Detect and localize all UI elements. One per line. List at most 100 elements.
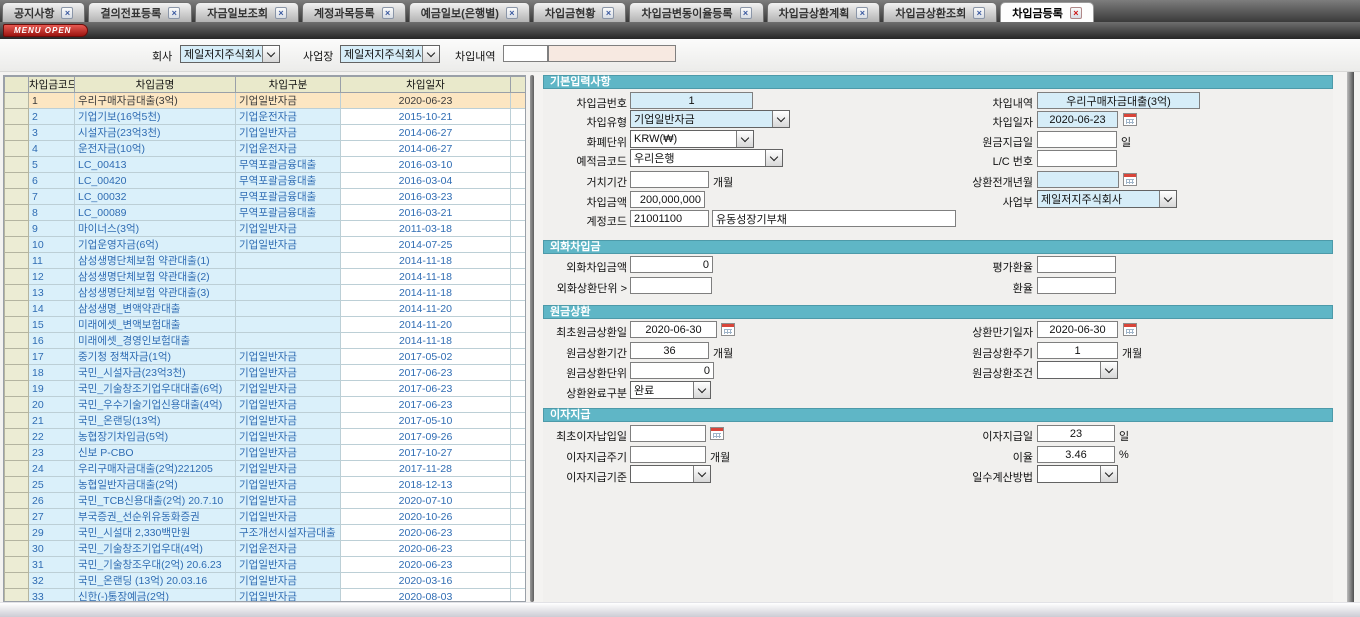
loan-date-cell[interactable]: 2014-11-18 xyxy=(341,333,511,349)
tab-차입금등록[interactable]: 차입금등록× xyxy=(1000,2,1094,22)
table-row[interactable]: 22농협장기차입금(5억)기업일반자금2017-09-26 xyxy=(5,429,527,445)
repay-cycle-input[interactable]: 1 xyxy=(1037,342,1118,359)
table-row[interactable]: 1우리구매자금대출(3억)기업일반자금2020-06-23 xyxy=(5,93,527,109)
row-selector[interactable] xyxy=(5,349,29,365)
complete-flag-select[interactable]: 완료 xyxy=(630,381,711,399)
row-selector[interactable] xyxy=(5,93,29,109)
loan-date-cell[interactable]: 2015-10-21 xyxy=(341,109,511,125)
loan-code-cell[interactable]: 21 xyxy=(29,413,75,429)
loan-date-cell[interactable]: 2020-10-26 xyxy=(341,509,511,525)
loan-date-cell[interactable]: 2014-11-18 xyxy=(341,253,511,269)
table-row[interactable]: 16미래에셋_경영인보험대출2014-11-18 xyxy=(5,333,527,349)
loan-type-cell[interactable]: 기업일반자금 xyxy=(236,125,341,141)
loan-name-cell[interactable]: 국민_시설대 2,330백만원 xyxy=(75,525,236,541)
table-row[interactable]: 30국민_기술창조기업우대(4억)기업운전자금2020-06-23 xyxy=(5,541,527,557)
loan-date-cell[interactable]: 2016-03-23 xyxy=(341,189,511,205)
table-row[interactable]: 11삼성생명단체보험 약관대출(1)2014-11-18 xyxy=(5,253,527,269)
loan-name-cell[interactable]: 국민_기술창조우대(2억) 20.6.23 xyxy=(75,557,236,573)
table-row[interactable]: 15미래에셋_변액보험대출2014-11-20 xyxy=(5,317,527,333)
loan-date-cell[interactable]: 2011-03-18 xyxy=(341,221,511,237)
pre-repay-ym-input[interactable] xyxy=(1037,171,1119,188)
loan-type-cell[interactable]: 기업일반자금 xyxy=(236,349,341,365)
loan-name-cell[interactable]: 국민_우수기술기업신용대출(4억) xyxy=(75,397,236,413)
table-row[interactable]: 21국민_온랜딩(13억)기업일반자금2017-05-10 xyxy=(5,413,527,429)
loan-name-cell[interactable]: 삼성생명_변액약관대출 xyxy=(75,301,236,317)
row-selector[interactable] xyxy=(5,429,29,445)
account-name-input[interactable]: 유동성장기부채 xyxy=(712,210,956,227)
row-selector[interactable] xyxy=(5,541,29,557)
loan-name-cell[interactable]: 삼성생명단체보험 약관대출(3) xyxy=(75,285,236,301)
table-row[interactable]: 25농협일반자금대출(2억)기업일반자금2018-12-13 xyxy=(5,477,527,493)
account-code-input[interactable]: 21001100 xyxy=(630,210,709,227)
loan-type-cell[interactable] xyxy=(236,269,341,285)
loan-date-cell[interactable]: 2020-08-03 xyxy=(341,589,511,603)
row-selector[interactable] xyxy=(5,365,29,381)
loan-type-cell[interactable]: 기업일반자금 xyxy=(236,557,341,573)
loan-name-cell[interactable]: 삼성생명단체보험 약관대출(2) xyxy=(75,269,236,285)
table-row[interactable]: 10기업운영자금(6억)기업일반자금2014-07-25 xyxy=(5,237,527,253)
loan-name-cell[interactable]: 시설자금(23억3천) xyxy=(75,125,236,141)
loan-code-cell[interactable]: 25 xyxy=(29,477,75,493)
col-header-loan-date[interactable]: 차입일자 xyxy=(341,77,511,93)
loan-code-cell[interactable]: 14 xyxy=(29,301,75,317)
row-selector[interactable] xyxy=(5,221,29,237)
table-row[interactable]: 3시설자금(23억3천)기업일반자금2014-06-27 xyxy=(5,125,527,141)
row-selector[interactable] xyxy=(5,269,29,285)
loan-date-cell[interactable]: 2017-05-10 xyxy=(341,413,511,429)
fx-amount-input[interactable]: 0 xyxy=(630,256,713,273)
loan-desc-filter-input2[interactable] xyxy=(548,45,676,62)
table-row[interactable]: 9마이너스(3억)기업일반자금2011-03-18 xyxy=(5,221,527,237)
table-row[interactable]: 13삼성생명단체보험 약관대출(3)2014-11-18 xyxy=(5,285,527,301)
table-row[interactable]: 27부국증권_선순위유동화증권기업일반자금2020-10-26 xyxy=(5,509,527,525)
row-selector[interactable] xyxy=(5,141,29,157)
loan-type-cell[interactable]: 무역포괄금융대출 xyxy=(236,173,341,189)
tab-공지사항[interactable]: 공지사항× xyxy=(2,2,85,22)
principal-pay-day-input[interactable] xyxy=(1037,131,1117,148)
loan-code-cell[interactable]: 1 xyxy=(29,93,75,109)
tab-close-icon[interactable]: × xyxy=(1070,7,1082,19)
table-row[interactable]: 17중기청 정책자금(1억)기업일반자금2017-05-02 xyxy=(5,349,527,365)
window-scrollbar[interactable] xyxy=(1347,72,1354,602)
loan-date-cell[interactable]: 2018-12-13 xyxy=(341,477,511,493)
tab-결의전표등록[interactable]: 결의전표등록× xyxy=(88,2,192,22)
company-select[interactable]: 제일저지주식회사 xyxy=(180,45,280,63)
loan-code-cell[interactable]: 5 xyxy=(29,157,75,173)
loan-date-cell[interactable]: 2017-06-23 xyxy=(341,365,511,381)
table-row[interactable]: 29국민_시설대 2,330백만원구조개선시설자금대출2020-06-23 xyxy=(5,525,527,541)
loan-no-input[interactable]: 1 xyxy=(630,92,753,109)
table-row[interactable]: 31국민_기술창조우대(2억) 20.6.23기업일반자금2020-06-23 xyxy=(5,557,527,573)
loan-date-cell[interactable]: 2020-06-23 xyxy=(341,525,511,541)
loan-date-input[interactable]: 2020-06-23 xyxy=(1037,111,1118,128)
loan-type-cell[interactable]: 기업일반자금 xyxy=(236,93,341,109)
loan-type-cell[interactable]: 기업일반자금 xyxy=(236,509,341,525)
loan-type-cell[interactable]: 기업운전자금 xyxy=(236,141,341,157)
tab-close-icon[interactable]: × xyxy=(973,7,985,19)
loan-type-cell[interactable]: 기업일반자금 xyxy=(236,445,341,461)
calendar-icon[interactable] xyxy=(1123,113,1137,126)
loan-name-cell[interactable]: 국민_시설자금(23억3천) xyxy=(75,365,236,381)
table-row[interactable]: 6LC_00420무역포괄금융대출2016-03-04 xyxy=(5,173,527,189)
row-selector[interactable] xyxy=(5,573,29,589)
col-header-loan-code[interactable]: 차입금코드 xyxy=(29,77,75,93)
row-selector[interactable] xyxy=(5,189,29,205)
loan-name-cell[interactable]: 농협일반자금대출(2억) xyxy=(75,477,236,493)
loan-code-cell[interactable]: 9 xyxy=(29,221,75,237)
loan-type-cell[interactable]: 기업일반자금 xyxy=(236,573,341,589)
table-row[interactable]: 18국민_시설자금(23억3천)기업일반자금2017-06-23 xyxy=(5,365,527,381)
row-selector[interactable] xyxy=(5,317,29,333)
deposit-code-select[interactable]: 우리은행 xyxy=(630,149,783,167)
loan-type-cell[interactable]: 무역포괄금융대출 xyxy=(236,189,341,205)
table-row[interactable]: 14삼성생명_변액약관대출2014-11-20 xyxy=(5,301,527,317)
row-selector[interactable] xyxy=(5,445,29,461)
table-row[interactable]: 23신보 P-CBO기업일반자금2017-10-27 xyxy=(5,445,527,461)
loan-name-cell[interactable]: 기업기보(16억5천) xyxy=(75,109,236,125)
tab-close-icon[interactable]: × xyxy=(168,7,180,19)
loan-name-cell[interactable]: 중기청 정책자금(1억) xyxy=(75,349,236,365)
rate-input[interactable]: 3.46 xyxy=(1037,446,1115,463)
repay-unit-input[interactable]: 0 xyxy=(630,362,714,379)
currency-select[interactable]: KRW(₩) xyxy=(630,130,754,148)
calendar-icon[interactable] xyxy=(1123,323,1137,336)
loan-date-cell[interactable]: 2014-11-18 xyxy=(341,269,511,285)
day-count-select[interactable] xyxy=(1037,465,1118,483)
grace-period-input[interactable] xyxy=(630,171,709,188)
